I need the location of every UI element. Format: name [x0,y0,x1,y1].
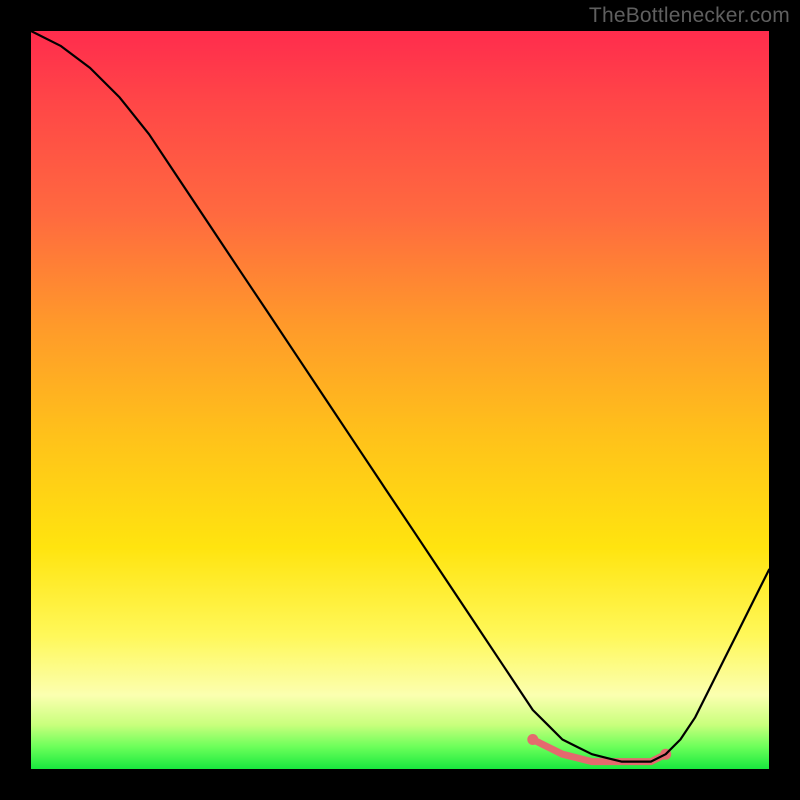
curve-svg [31,31,769,769]
chart-frame: TheBottlenecker.com [0,0,800,800]
highlight-endpoint-dot [527,734,538,745]
optimal-range-highlight [533,740,666,762]
watermark-text: TheBottlenecker.com [589,4,790,28]
bottleneck-curve [31,31,769,762]
plot-area [31,31,769,769]
